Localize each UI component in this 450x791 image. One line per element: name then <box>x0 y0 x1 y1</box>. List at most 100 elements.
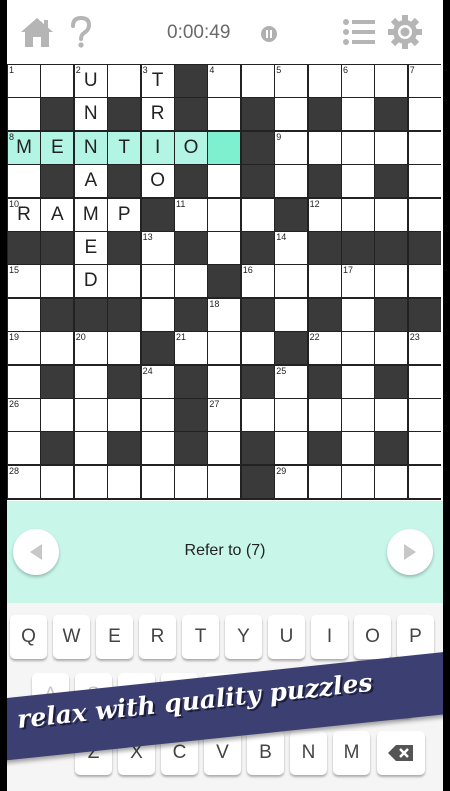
grid-cell[interactable]: 27 <box>208 399 241 431</box>
grid-cell[interactable]: 22 <box>308 332 341 365</box>
grid-cell[interactable] <box>408 98 441 131</box>
grid-cell[interactable] <box>375 131 408 164</box>
grid-cell[interactable]: A <box>41 198 74 231</box>
grid-cell[interactable]: D <box>74 265 107 298</box>
grid-cell[interactable]: M <box>74 198 107 231</box>
grid-cell[interactable] <box>308 465 341 498</box>
grid-cell[interactable] <box>141 265 174 298</box>
grid-cell[interactable] <box>8 432 40 465</box>
grid-cell[interactable] <box>208 131 241 164</box>
grid-cell[interactable] <box>375 198 408 231</box>
grid-cell[interactable] <box>408 365 441 398</box>
grid-cell[interactable]: 11 <box>175 198 207 231</box>
grid-cell[interactable] <box>41 65 74 97</box>
grid-cell[interactable]: 28 <box>8 465 40 498</box>
grid-cell[interactable] <box>342 198 374 231</box>
grid-cell[interactable] <box>342 131 374 164</box>
grid-cell[interactable] <box>108 65 141 97</box>
grid-cell[interactable] <box>41 399 74 431</box>
grid-cell[interactable] <box>408 399 441 431</box>
grid-cell[interactable] <box>308 65 341 97</box>
grid-cell[interactable]: O <box>141 165 174 198</box>
grid-cell[interactable] <box>241 65 274 97</box>
grid-cell[interactable] <box>408 131 441 164</box>
grid-cell[interactable] <box>208 98 241 131</box>
help-icon[interactable] <box>63 14 99 50</box>
grid-cell[interactable]: A <box>74 165 107 198</box>
grid-cell[interactable] <box>342 298 374 331</box>
grid-cell[interactable]: P <box>108 198 141 231</box>
grid-cell[interactable] <box>175 265 207 298</box>
grid-cell[interactable] <box>108 265 141 298</box>
grid-cell[interactable] <box>342 165 374 198</box>
backspace-key[interactable] <box>377 731 425 775</box>
grid-cell[interactable]: 1 <box>8 65 40 97</box>
grid-cell[interactable]: T <box>108 131 141 164</box>
grid-cell[interactable] <box>342 98 374 131</box>
grid-cell[interactable] <box>408 265 441 298</box>
grid-cell[interactable]: 19 <box>8 332 40 365</box>
grid-cell[interactable]: 18 <box>208 298 241 331</box>
grid-cell[interactable] <box>375 65 408 97</box>
grid-cell[interactable]: E <box>41 131 74 164</box>
key-r[interactable]: R <box>139 615 176 659</box>
grid-cell[interactable]: 8M <box>8 131 40 164</box>
grid-cell[interactable] <box>275 298 308 331</box>
grid-cell[interactable] <box>74 465 107 498</box>
grid-cell[interactable]: 24 <box>141 365 174 398</box>
next-clue-button[interactable] <box>387 529 433 575</box>
grid-cell[interactable] <box>375 332 408 365</box>
grid-cell[interactable] <box>141 432 174 465</box>
key-o[interactable]: O <box>354 615 391 659</box>
grid-cell[interactable] <box>108 332 141 365</box>
grid-cell[interactable] <box>241 198 274 231</box>
grid-cell[interactable]: N <box>74 131 107 164</box>
grid-cell[interactable] <box>8 98 40 131</box>
key-u[interactable]: U <box>268 615 305 659</box>
list-icon[interactable] <box>341 14 377 50</box>
grid-cell[interactable] <box>241 332 274 365</box>
grid-cell[interactable] <box>375 399 408 431</box>
grid-cell[interactable] <box>408 198 441 231</box>
grid-cell[interactable] <box>41 265 74 298</box>
grid-cell[interactable]: 21 <box>175 332 207 365</box>
grid-cell[interactable]: 23 <box>408 332 441 365</box>
grid-cell[interactable] <box>208 432 241 465</box>
key-y[interactable]: Y <box>225 615 262 659</box>
grid-cell[interactable] <box>408 432 441 465</box>
grid-cell[interactable] <box>108 399 141 431</box>
grid-cell[interactable]: 15 <box>8 265 40 298</box>
key-q[interactable]: Q <box>10 615 47 659</box>
grid-cell[interactable]: 5 <box>275 65 308 97</box>
grid-cell[interactable] <box>275 265 308 298</box>
grid-cell[interactable]: E <box>74 232 107 264</box>
grid-cell[interactable] <box>408 465 441 498</box>
grid-cell[interactable]: R <box>141 98 174 131</box>
key-b[interactable]: B <box>247 731 284 775</box>
grid-cell[interactable] <box>208 365 241 398</box>
key-w[interactable]: W <box>53 615 90 659</box>
grid-cell[interactable] <box>308 265 341 298</box>
grid-cell[interactable]: 26 <box>8 399 40 431</box>
grid-cell[interactable] <box>342 332 374 365</box>
grid-cell[interactable] <box>208 332 241 365</box>
key-n[interactable]: N <box>290 731 327 775</box>
grid-cell[interactable]: 2U <box>74 65 107 97</box>
grid-cell[interactable]: 17 <box>342 265 374 298</box>
grid-cell[interactable]: 10 R <box>8 198 40 231</box>
grid-cell[interactable] <box>308 131 341 164</box>
key-t[interactable]: T <box>182 615 219 659</box>
grid-cell[interactable]: 13 <box>141 232 174 264</box>
grid-cell[interactable] <box>375 265 408 298</box>
key-i[interactable]: I <box>311 615 348 659</box>
grid-cell[interactable] <box>275 432 308 465</box>
key-m[interactable]: M <box>333 731 370 775</box>
gear-icon[interactable] <box>387 14 423 50</box>
grid-cell[interactable] <box>275 98 308 131</box>
grid-cell[interactable]: 9 <box>275 131 308 164</box>
grid-cell[interactable] <box>141 399 174 431</box>
grid-cell[interactable]: 14 <box>275 232 308 264</box>
grid-cell[interactable]: 12 <box>308 198 341 231</box>
grid-cell[interactable] <box>375 465 408 498</box>
home-icon[interactable] <box>19 14 55 50</box>
